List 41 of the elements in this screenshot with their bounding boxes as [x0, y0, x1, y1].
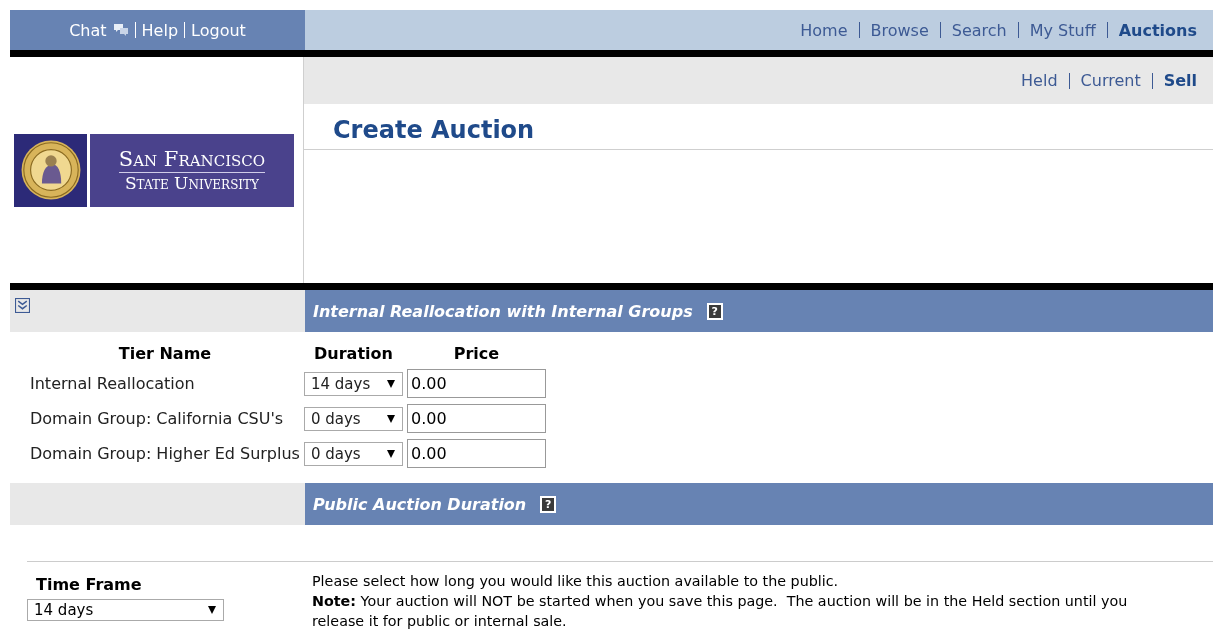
- subnav-link[interactable]: Held: [1021, 71, 1058, 90]
- collapse-toggle-icon[interactable]: [15, 298, 30, 313]
- note-text: Note: Your auction will NOT be started when you save this page. The auction will be in the Held section until you release it for public or internal sale.: [312, 592, 1129, 631]
- nav-link[interactable]: Search: [951, 20, 1007, 40]
- account-link[interactable]: Chat: [69, 20, 129, 40]
- duration-select[interactable]: 0 days: [303, 441, 403, 466]
- page-title: Create Auction: [304, 104, 1213, 150]
- account-link[interactable]: Help: [141, 20, 179, 40]
- field-label: Time Frame: [36, 575, 143, 594]
- wordmark-text: State University: [124, 172, 260, 193]
- column-header: Tier Name: [117, 344, 213, 363]
- price-field[interactable]: 0.00: [406, 369, 546, 398]
- subnav-link[interactable]: Current: [1080, 71, 1141, 90]
- help-button[interactable]: ?: [706, 302, 723, 320]
- chat-bubbles-icon: [112, 23, 129, 37]
- help-button[interactable]: ?: [540, 495, 557, 513]
- price-field[interactable]: 0.00: [406, 404, 546, 433]
- nav-link[interactable]: My Stuff: [1029, 20, 1096, 40]
- caret-icon: [386, 414, 395, 423]
- duration-select[interactable]: 0 days: [303, 406, 403, 431]
- nav-link[interactable]: Home: [800, 20, 848, 40]
- column-header: Price: [452, 344, 501, 363]
- nav-link[interactable]: Browse: [870, 20, 929, 40]
- section-title: Public Auction Duration: [313, 494, 527, 514]
- university-seal-icon: [14, 133, 87, 207]
- subnav-link[interactable]: Sell: [1163, 71, 1197, 90]
- column-header: Duration: [313, 344, 394, 363]
- account-link[interactable]: Logout: [191, 20, 246, 40]
- section-title: Internal Reallocation with Internal Groups: [313, 301, 693, 321]
- caret-icon: [208, 606, 216, 614]
- description-text: Please select how long you would like this auction available to the public.: [312, 572, 840, 591]
- tier-name: Domain Group: Higher Ed Surplus: [30, 443, 300, 465]
- caret-icon: [386, 379, 395, 388]
- wordmark-text: San Francisco: [118, 147, 266, 173]
- nav-link[interactable]: Auctions: [1118, 20, 1197, 40]
- price-field[interactable]: 0.00: [406, 439, 546, 468]
- tier-name: Internal Reallocation: [30, 373, 196, 395]
- caret-icon: [386, 449, 395, 458]
- tier-name: Domain Group: California CSU's: [30, 408, 285, 430]
- time-frame-select[interactable]: 14 days: [27, 599, 224, 621]
- duration-select[interactable]: 14 days: [303, 371, 403, 396]
